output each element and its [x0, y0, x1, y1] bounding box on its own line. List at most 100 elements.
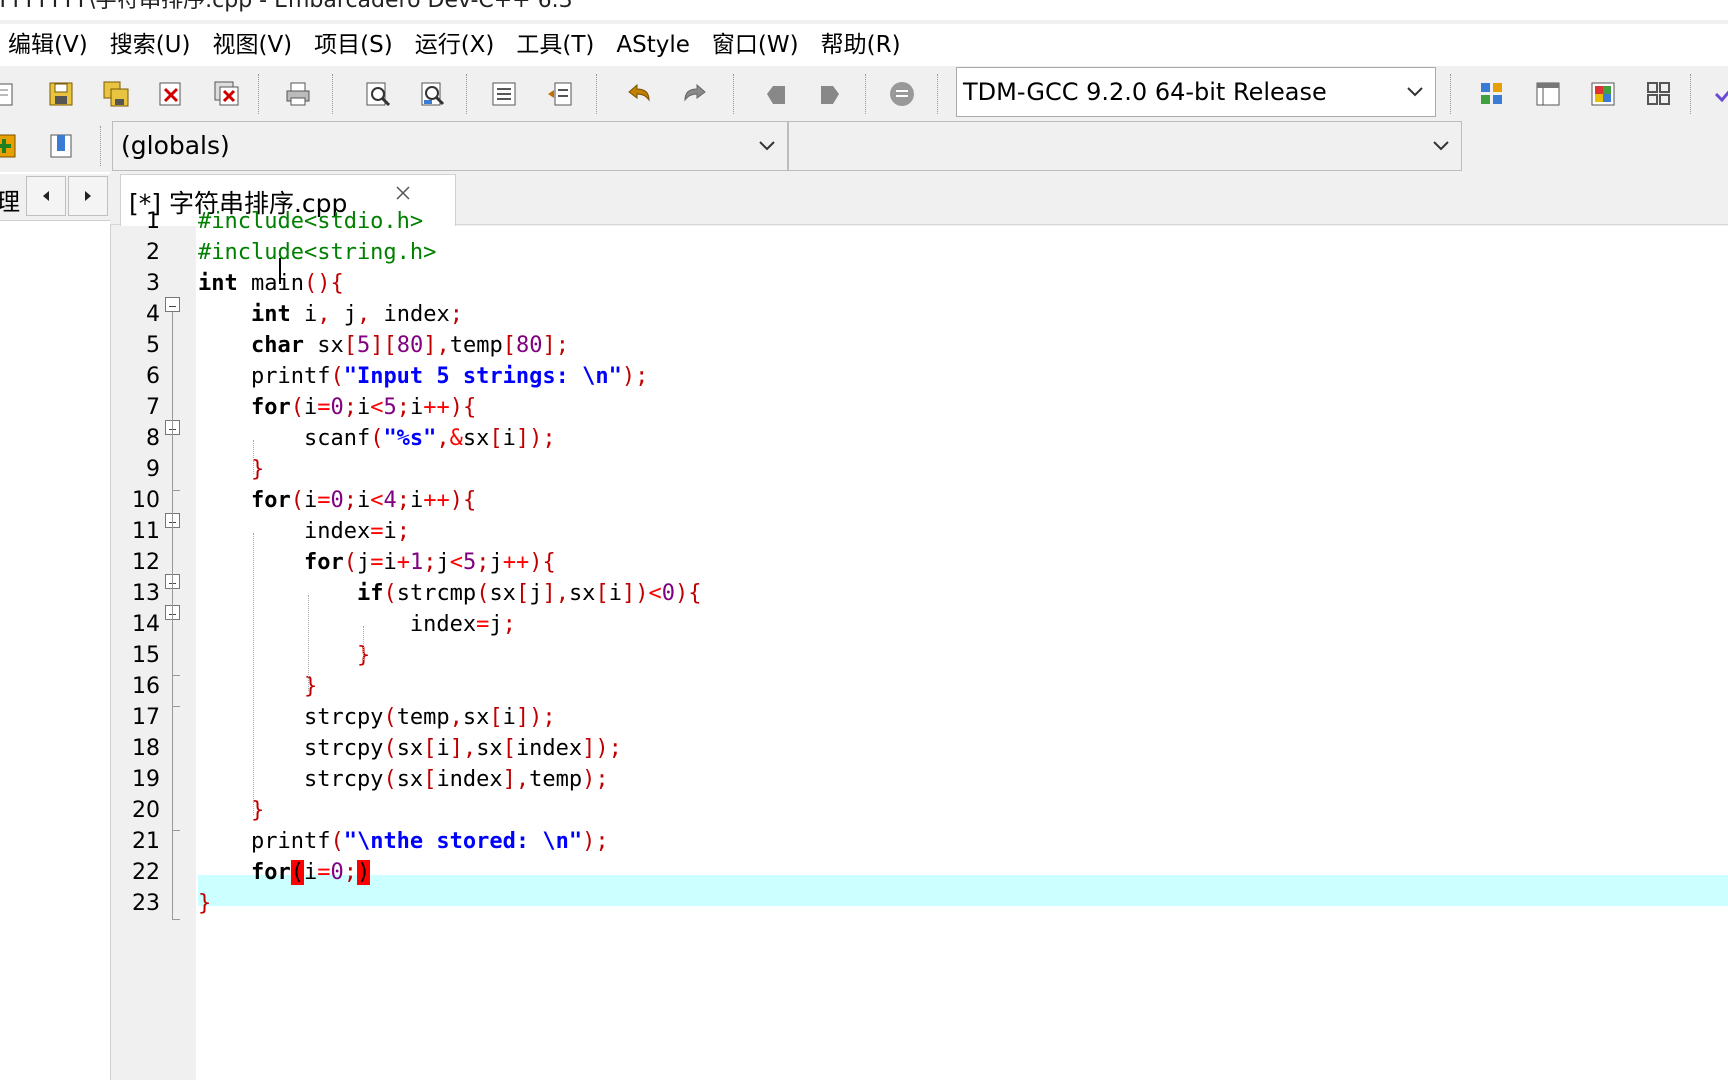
new-class-button[interactable] [1475, 77, 1509, 111]
unindent-button[interactable] [543, 77, 577, 111]
code-line[interactable]: 1 #include<stdio.h> [120, 206, 1728, 237]
menu-search[interactable]: 搜索(U) [99, 25, 202, 65]
palette-icon [1591, 82, 1615, 106]
compiler-select-value: TDM-GCC 9.2.0 64-bit Release [963, 78, 1327, 106]
line-number: 6 [146, 364, 160, 389]
code-line[interactable]: 14 index=j; [120, 609, 1728, 640]
menu-astyle[interactable]: AStyle [605, 25, 701, 65]
code-line[interactable]: 20 } [120, 795, 1728, 826]
replace-button[interactable] [416, 77, 450, 111]
tiles-icon [1647, 82, 1670, 105]
menu-tools[interactable]: 工具(T) [505, 25, 605, 65]
insert-button[interactable] [0, 129, 22, 163]
menu-run[interactable]: 运行(X) [404, 25, 506, 65]
save-button[interactable] [44, 77, 78, 111]
line-number: 4 [146, 302, 160, 327]
undo-button[interactable] [622, 77, 656, 111]
panel-scroll-right-button[interactable] [68, 176, 108, 216]
indent-guide [253, 440, 254, 474]
code-text: index=j; [198, 612, 516, 637]
undo-icon [628, 83, 650, 102]
toolbar-separator [865, 74, 867, 114]
fold-toggle[interactable] [165, 297, 180, 312]
code-text: printf("Input 5 strings: \n"); [198, 364, 649, 389]
code-line[interactable]: 3 int main(){ [120, 268, 1728, 299]
code-line[interactable]: 23} [120, 888, 1728, 919]
code-line[interactable]: 16 } [120, 671, 1728, 702]
check-button[interactable] [1706, 77, 1728, 111]
tile-windows-button[interactable] [1642, 77, 1676, 111]
close-icon[interactable] [391, 181, 415, 205]
code-line[interactable]: 6 printf("Input 5 strings: \n"); [120, 361, 1728, 392]
close-all-button[interactable] [210, 77, 244, 111]
main-toolbar [0, 66, 1728, 121]
indent-guide [363, 626, 364, 660]
compiler-select[interactable]: TDM-GCC 9.2.0 64-bit Release [956, 67, 1436, 117]
code-text: #include<stdio.h> [198, 209, 424, 234]
text-caret [279, 258, 281, 284]
code-line[interactable]: 17 strcpy(temp,sx[i]); [120, 702, 1728, 733]
panel-scroll-left-button[interactable] [26, 176, 66, 216]
code-text: for(j=i+1;j<5;j++){ [303, 550, 556, 575]
code-line[interactable]: 9 } [120, 454, 1728, 485]
code-text: strcpy(sx[index],temp); [198, 767, 609, 792]
bookmark-icon [50, 134, 72, 158]
code-text: #include<string.h> [198, 240, 437, 265]
fold-line [172, 312, 173, 919]
menu-project[interactable]: 项目(S) [303, 25, 404, 65]
next-bookmark-button[interactable] [814, 77, 848, 111]
line-number: 21 [132, 829, 160, 854]
code-line[interactable]: 21 printf("\nthe stored: \n"); [120, 826, 1728, 857]
toggle-comment-button[interactable] [885, 77, 919, 111]
code-line[interactable]: 22 for(i=0;) [120, 857, 1728, 888]
fold-end [172, 830, 180, 831]
close-file-button[interactable] [154, 77, 188, 111]
chevron-down-icon [757, 122, 777, 170]
toolbar-separator [258, 74, 260, 114]
fold-end [172, 675, 180, 676]
code-line[interactable]: 19 strcpy(sx[index],temp); [120, 764, 1728, 795]
find-button[interactable] [361, 77, 395, 111]
code-line[interactable]: 2 #include<string.h> [120, 237, 1728, 268]
code-text: } [250, 798, 265, 823]
menu-edit[interactable]: 编辑(V) [0, 25, 99, 65]
menu-help[interactable]: 帮助(R) [810, 25, 912, 65]
save-all-button[interactable] [99, 77, 133, 111]
line-number: 17 [132, 705, 160, 730]
code-line[interactable]: 13 if(strcmp(sx[j],sx[i])<0){ [120, 578, 1728, 609]
redo-button[interactable] [678, 77, 712, 111]
fold-end [172, 490, 180, 491]
member-select[interactable] [788, 121, 1462, 171]
code-line[interactable]: 8 scanf("%s",&sx[i]); [120, 423, 1728, 454]
arrow-right-icon [85, 191, 91, 201]
chevron-down-icon [1431, 122, 1451, 170]
arrow-left-icon [43, 191, 49, 201]
scope-select[interactable]: (globals) [112, 121, 788, 171]
code-text: } [198, 891, 212, 916]
code-line[interactable]: 5 char sx[5][80],temp[80]; [120, 330, 1728, 361]
window-title: TTTTTTT\字符串排序.cpp - Embarcadero Dev-C++ … [0, 0, 573, 13]
code-line[interactable]: 15 } [120, 640, 1728, 671]
previous-bookmark-button[interactable] [758, 77, 792, 111]
indent-button[interactable] [487, 77, 521, 111]
code-line[interactable]: 7 for(i=0;i<5;i++){ [120, 392, 1728, 423]
print-button[interactable] [281, 77, 315, 111]
indent-guide [253, 533, 254, 815]
code-text: char sx[5][80],temp[80]; [250, 333, 569, 358]
line-number: 2 [146, 240, 160, 265]
code-text: for(i=0;i<5;i++){ [250, 395, 477, 420]
code-line[interactable]: 4 int i, j, index; [120, 299, 1728, 330]
toggle-bookmark-button[interactable] [44, 129, 78, 163]
code-line[interactable]: 10 for(i=0;i<4;i++){ [120, 485, 1728, 516]
code-line[interactable]: 11 index=i; [120, 516, 1728, 547]
new-file-button[interactable] [0, 77, 20, 111]
code-line[interactable]: 18 strcpy(sx[i],sx[index]); [120, 733, 1728, 764]
project-panel-tab-label[interactable]: 理 [0, 182, 20, 217]
code-text: int i, j, index; [250, 302, 463, 327]
color-palette-button[interactable] [1586, 77, 1620, 111]
window-layout-button[interactable] [1531, 77, 1565, 111]
indent-icon [492, 82, 516, 106]
menu-window[interactable]: 窗口(W) [701, 25, 810, 65]
code-line[interactable]: 12 for(j=i+1;j<5;j++){ [120, 547, 1728, 578]
menu-view[interactable]: 视图(V) [201, 25, 303, 65]
